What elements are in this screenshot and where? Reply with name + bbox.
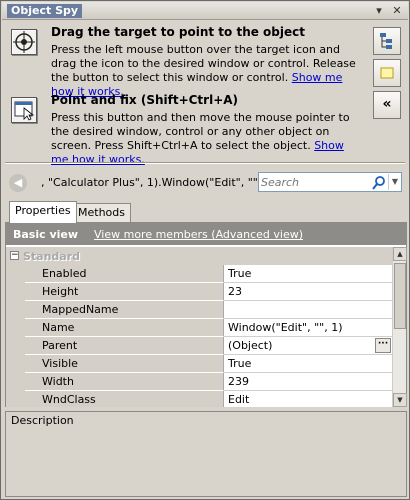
- pin-icon[interactable]: ▾: [372, 4, 386, 18]
- side-toolbar: «: [371, 23, 407, 158]
- point-and-fix-icon[interactable]: [11, 97, 37, 123]
- property-name: MappedName: [25, 301, 224, 319]
- description-panel: Description: [5, 411, 407, 497]
- scroll-up-icon[interactable]: ▲: [393, 247, 407, 261]
- view-title: Basic view: [13, 228, 79, 241]
- window-title: Object Spy: [7, 4, 83, 18]
- tab-properties[interactable]: Properties: [9, 201, 77, 223]
- title-bar[interactable]: Object Spy ▾ ✕: [2, 2, 408, 20]
- table-row[interactable]: Height 23: [6, 283, 392, 301]
- ellipsis-button[interactable]: ···: [375, 338, 391, 353]
- property-grid: − Standard Enabled True Height 23 Mapped…: [6, 247, 392, 407]
- target-crosshair-icon[interactable]: [11, 29, 37, 55]
- vertical-scrollbar[interactable]: ▲ ▼: [392, 247, 407, 407]
- close-icon[interactable]: ✕: [390, 4, 404, 18]
- property-name: Enabled: [25, 265, 224, 283]
- object-path-row: ◀ , "Calculator Plus", 1).Window("Edit",…: [5, 171, 405, 195]
- property-value[interactable]: 23: [224, 283, 392, 301]
- drag-target-title: Drag the target to point to the object: [51, 25, 305, 39]
- back-arrow-icon[interactable]: ◀: [9, 174, 27, 192]
- point-and-fix-title: Point and fix (Shift+Ctrl+A): [51, 93, 239, 107]
- info-panel: Drag the target to point to the object P…: [5, 23, 365, 166]
- table-row[interactable]: Parent (Object) ···: [6, 337, 392, 355]
- category-row: − Standard: [6, 247, 392, 265]
- property-name: Visible: [25, 355, 224, 373]
- divider: [5, 162, 405, 164]
- tab-strip: Properties Methods: [5, 201, 407, 223]
- search-input[interactable]: [261, 174, 371, 190]
- property-value[interactable]: True: [224, 265, 392, 283]
- table-row[interactable]: Visible True: [6, 355, 392, 373]
- search-icon[interactable]: [371, 175, 387, 191]
- description-label: Description: [11, 414, 74, 427]
- tab-methods[interactable]: Methods: [72, 203, 131, 223]
- scroll-thumb[interactable]: [394, 263, 406, 329]
- table-row[interactable]: Name Window("Edit", "", 1): [6, 319, 392, 337]
- collapse-icon[interactable]: −: [10, 251, 19, 260]
- property-name: Height: [25, 283, 224, 301]
- property-name: WndClass: [25, 391, 224, 407]
- object-spy-window: Object Spy ▾ ✕ Drag the target to point …: [0, 0, 410, 500]
- chevron-down-icon[interactable]: ▼: [388, 174, 401, 190]
- scroll-down-icon[interactable]: ▼: [393, 393, 407, 407]
- table-row[interactable]: Enabled True: [6, 265, 392, 283]
- object-tree-button[interactable]: [373, 27, 401, 55]
- category-label: Standard: [23, 250, 81, 263]
- property-value[interactable]: (Object) ···: [224, 337, 392, 355]
- highlight-icon: [380, 67, 394, 79]
- property-value[interactable]: [224, 301, 392, 319]
- drag-target-section: Drag the target to point to the object P…: [5, 23, 365, 98]
- table-row[interactable]: MappedName: [6, 301, 392, 319]
- point-and-fix-description: Press this button and then move the mous…: [51, 111, 350, 166]
- highlight-button[interactable]: [373, 59, 401, 87]
- tree-icon: [380, 33, 392, 49]
- view-header: Basic view View more members (Advanced v…: [6, 223, 406, 245]
- object-path: , "Calculator Plus", 1).Window("Edit", "…: [41, 176, 277, 189]
- collapse-button[interactable]: «: [373, 91, 401, 119]
- properties-panel: Basic view View more members (Advanced v…: [5, 222, 407, 407]
- property-name: Parent: [25, 337, 224, 355]
- search-box[interactable]: ▼: [258, 172, 402, 192]
- property-value[interactable]: Edit: [224, 391, 392, 407]
- advanced-view-link[interactable]: View more members (Advanced view): [94, 228, 303, 241]
- property-name: Width: [25, 373, 224, 391]
- table-row[interactable]: WndClass Edit: [6, 391, 392, 407]
- property-name: Name: [25, 319, 224, 337]
- property-value[interactable]: 239: [224, 373, 392, 391]
- point-and-fix-section: Point and fix (Shift+Ctrl+A) Press this …: [5, 91, 365, 166]
- property-value[interactable]: True: [224, 355, 392, 373]
- property-value[interactable]: Window("Edit", "", 1): [224, 319, 392, 337]
- table-row[interactable]: Width 239: [6, 373, 392, 391]
